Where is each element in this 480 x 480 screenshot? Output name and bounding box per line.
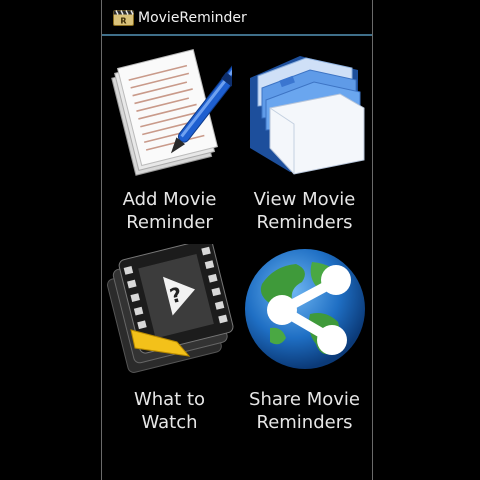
svg-text:R: R <box>120 17 126 26</box>
share-movie-reminders-label-line1: Share Movie <box>249 389 360 410</box>
what-to-watch-label-line2: Watch <box>141 412 198 433</box>
share-movie-reminders-label-line2: Reminders <box>256 412 353 433</box>
add-movie-reminder-label-line2: Reminder <box>126 212 213 233</box>
add-movie-reminder-label-line1: Add Movie <box>122 189 217 210</box>
blue-folder-icon <box>250 56 365 175</box>
app-window: R MovieReminder Add Movie Reminder View … <box>101 0 373 480</box>
share-movie-reminders-button[interactable]: Share Movie Reminders <box>237 240 372 440</box>
globe-share-icon <box>245 249 365 369</box>
action-bar: R MovieReminder <box>102 0 372 36</box>
notepad-pen-icon <box>111 49 232 176</box>
clapperboard-icon: R <box>113 10 134 26</box>
view-movie-reminders-label-line1: View Movie <box>253 189 356 210</box>
add-movie-reminder-button[interactable]: Add Movie Reminder <box>102 36 237 240</box>
what-to-watch-button[interactable]: ? What to Watch <box>102 240 237 440</box>
app-title: MovieReminder <box>138 10 247 26</box>
view-movie-reminders-button[interactable]: View Movie Reminders <box>237 36 372 240</box>
film-question-icon: ? <box>107 244 234 373</box>
what-to-watch-label-line1: What to <box>133 389 206 410</box>
view-movie-reminders-label-line2: Reminders <box>256 212 353 233</box>
